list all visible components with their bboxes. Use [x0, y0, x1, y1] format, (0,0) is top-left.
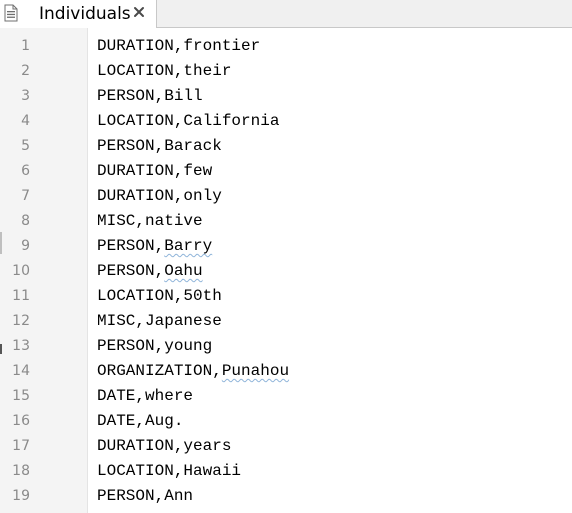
line-text: LOCATION,California [97, 112, 280, 130]
line-text: DURATION,only [97, 187, 222, 205]
line-number: 7 [21, 188, 30, 204]
tab-individuals[interactable]: Individuals [0, 0, 157, 29]
line-number: 12 [12, 313, 30, 329]
line-text: PERSON,young [97, 337, 213, 355]
line-text: MISC,Japanese [97, 312, 222, 330]
line-number: 9 [21, 238, 30, 254]
line-text: DURATION,years [97, 437, 232, 455]
line-text: LOCATION,their [97, 62, 232, 80]
line-number: 3 [21, 88, 30, 104]
editor-line[interactable]: 14 ORGANIZATION,Punahou [0, 359, 572, 384]
line-text: DURATION,frontier [97, 37, 261, 55]
line-text: ORGANIZATION,Punahou [97, 362, 290, 380]
line-number: 13 [12, 338, 30, 354]
line-text: PERSON,Oahu [97, 262, 203, 280]
editor-line[interactable]: 2 LOCATION,their [0, 59, 572, 84]
editor-line[interactable]: 8 MISC,native [0, 209, 572, 234]
line-number: 16 [12, 413, 30, 429]
tab-title: Individuals [39, 4, 131, 24]
line-text: LOCATION,Hawaii [97, 462, 242, 480]
editor-line[interactable]: 9 PERSON,Barry [0, 234, 572, 259]
text-document-icon [4, 4, 18, 22]
editor-line[interactable]: 3 PERSON,Bill [0, 84, 572, 109]
line-number: 6 [21, 163, 30, 179]
editor-line[interactable]: 10 PERSON,Oahu [0, 259, 572, 284]
line-number: 18 [12, 463, 30, 479]
editor-line[interactable]: 7 DURATION,only [0, 184, 572, 209]
editor-line[interactable]: 1 DURATION,frontier [0, 34, 572, 59]
editor-line[interactable]: 4 LOCATION,California [0, 109, 572, 134]
editor-line[interactable]: 16 DATE,Aug. [0, 409, 572, 434]
editor-lines: 1 DURATION,frontier 2 LOCATION,their 3 PERS… [0, 34, 572, 509]
editor-line[interactable]: 6 DURATION,few [0, 159, 572, 184]
editor-line[interactable]: 13 PERSON,young [0, 334, 572, 359]
text-editor[interactable]: 1 DURATION,frontier 2 LOCATION,their 3 PERS… [0, 28, 572, 513]
line-number: 15 [12, 388, 30, 404]
editor-line[interactable]: 19 PERSON,Ann [0, 484, 572, 509]
line-number: 14 [12, 363, 30, 379]
spellcheck-flag: Barry [164, 237, 213, 255]
line-number: 10 [12, 263, 30, 279]
editor-line[interactable]: 17 DURATION,years [0, 434, 572, 459]
editor-line[interactable]: 12 MISC,Japanese [0, 309, 572, 334]
line-number: 11 [12, 288, 30, 304]
line-text: LOCATION,50th [97, 287, 222, 305]
line-number: 19 [12, 488, 30, 504]
line-number: 5 [21, 138, 30, 154]
line-number: 1 [21, 38, 30, 54]
spellcheck-flag: Punahou [221, 362, 290, 380]
line-text: PERSON,Ann [97, 487, 194, 505]
editor-line[interactable]: 15 DATE,where [0, 384, 572, 409]
line-number: 4 [21, 113, 30, 129]
line-number: 2 [21, 63, 30, 79]
editor-line[interactable]: 5 PERSON,Barack [0, 134, 572, 159]
editor-line[interactable]: 11 LOCATION,50th [0, 284, 572, 309]
line-number: 17 [12, 438, 30, 454]
line-text: PERSON,Barry [97, 237, 213, 255]
line-text: DATE,where [97, 387, 194, 405]
line-text: PERSON,Barack [97, 137, 222, 155]
line-text: DURATION,few [97, 162, 213, 180]
line-text: MISC,native [97, 212, 203, 230]
line-text: DATE,Aug. [97, 412, 184, 430]
line-text: PERSON,Bill [97, 87, 203, 105]
spellcheck-flag: Oahu [164, 262, 203, 280]
editor-line[interactable]: 18 LOCATION,Hawaii [0, 459, 572, 484]
tab-bar: Individuals [0, 0, 572, 29]
line-number: 8 [21, 213, 30, 229]
close-icon[interactable] [131, 4, 147, 20]
